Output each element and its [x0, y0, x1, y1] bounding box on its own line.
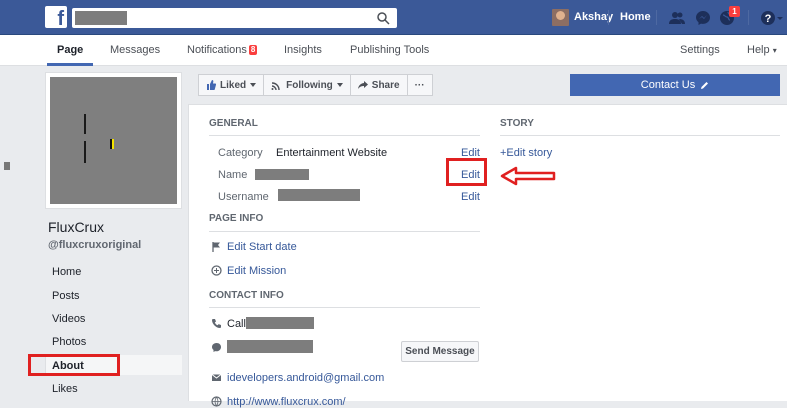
redacted-name-value: [255, 169, 309, 180]
call-label[interactable]: Call: [227, 318, 246, 330]
redacted-messenger-username: [227, 340, 313, 353]
settings-link[interactable]: Settings: [680, 44, 720, 56]
mission-icon: [211, 265, 222, 276]
home-link[interactable]: Home: [620, 11, 651, 23]
active-tab-indicator: [47, 63, 93, 66]
rss-follow-icon: [271, 82, 280, 90]
liked-label: Liked: [220, 79, 247, 91]
profile-picture-mark: [84, 141, 86, 163]
divider: [608, 10, 609, 25]
profile-picture-mark: [110, 139, 114, 149]
facebook-logo[interactable]: f: [45, 6, 67, 30]
website-link[interactable]: http://www.fluxcrux.com/: [227, 396, 346, 408]
profile-picture-image: [50, 77, 177, 204]
general-heading: GENERAL: [209, 118, 258, 129]
scroll-marker: [4, 162, 10, 170]
notification-count-badge: 1: [729, 6, 740, 17]
facebook-logo-letter: f: [57, 8, 64, 30]
account-menu-chevron-down-icon[interactable]: [775, 9, 785, 27]
thumbs-up-icon: [207, 80, 216, 90]
search-input[interactable]: [72, 8, 397, 28]
help-menu[interactable]: Help ▾: [747, 44, 777, 56]
divider: [748, 10, 749, 25]
redacted-username-value: [278, 189, 360, 201]
tab-messages[interactable]: Messages: [110, 44, 160, 56]
edit-mission-link[interactable]: Edit Mission: [227, 265, 286, 277]
following-button[interactable]: Following: [263, 74, 350, 96]
page-info-heading: PAGE INFO: [209, 213, 264, 224]
share-arrow-icon: [357, 81, 368, 89]
share-button[interactable]: Share: [349, 74, 407, 96]
username-label: Username: [218, 191, 269, 203]
pencil-icon: [701, 81, 709, 89]
tab-notifications[interactable]: Notifications 8: [187, 44, 258, 56]
edit-start-date-link[interactable]: Edit Start date: [227, 241, 297, 253]
annotation-highlight-edit-name: [446, 158, 487, 186]
edit-story-link[interactable]: +Edit story: [500, 147, 552, 159]
tab-notifications-label: Notifications: [187, 44, 247, 56]
sidebar-item-posts[interactable]: Posts: [52, 290, 80, 302]
liked-button[interactable]: Liked: [198, 74, 264, 96]
divider: [209, 135, 480, 136]
edit-username-link[interactable]: Edit: [461, 191, 480, 203]
divider: [656, 10, 657, 25]
tab-page[interactable]: Page: [57, 44, 83, 56]
top-navigation-bar: f Akshay Home 1 ?: [0, 0, 787, 35]
divider: [500, 135, 780, 136]
page-navigation: Page Messages Notifications 8 Insights Pu…: [0, 35, 787, 66]
page-title: FluxCrux: [48, 219, 105, 235]
notifications-badge: 8: [248, 45, 258, 55]
share-label: Share: [371, 79, 400, 91]
category-label: Category: [218, 147, 263, 159]
divider: [209, 231, 480, 232]
page-username-handle[interactable]: @fluxcruxoriginal: [48, 239, 141, 251]
divider: [209, 307, 480, 308]
email-link[interactable]: idevelopers.android@gmail.com: [227, 372, 384, 384]
chevron-down-icon: [336, 83, 343, 87]
phone-icon: [212, 319, 221, 328]
annotation-highlight-about: [28, 354, 120, 376]
annotation-arrow-icon: [500, 166, 556, 186]
redacted-phone-number: [246, 317, 314, 329]
category-value: Entertainment Website: [276, 147, 388, 159]
contact-info-heading: CONTACT INFO: [209, 290, 284, 301]
profile-picture[interactable]: [45, 72, 182, 209]
friend-requests-icon[interactable]: [668, 9, 686, 27]
sidebar-item-photos[interactable]: Photos: [52, 336, 86, 348]
contact-us-label: Contact Us: [640, 79, 696, 91]
tab-insights[interactable]: Insights: [284, 44, 322, 56]
send-message-button[interactable]: Send Message: [401, 341, 479, 362]
chevron-down-icon: [250, 83, 257, 87]
more-options-label: ···: [414, 79, 425, 91]
user-avatar[interactable]: [552, 9, 569, 26]
tab-publishing-tools[interactable]: Publishing Tools: [350, 44, 429, 56]
sidebar-item-likes[interactable]: Likes: [52, 383, 78, 395]
globe-icon: [211, 396, 222, 407]
more-options-button[interactable]: ···: [406, 74, 433, 96]
messenger-icon: [212, 343, 221, 352]
contact-us-button[interactable]: Contact Us: [570, 74, 780, 96]
email-icon: [211, 374, 222, 381]
sidebar-item-videos[interactable]: Videos: [52, 313, 85, 325]
profile-picture-mark: [84, 114, 86, 134]
following-label: Following: [286, 79, 333, 91]
redacted-search-text: [75, 11, 127, 25]
search-icon[interactable]: [376, 11, 390, 25]
name-label: Name: [218, 169, 248, 181]
messenger-icon[interactable]: [694, 9, 712, 27]
help-label: Help: [747, 44, 770, 56]
help-caret-icon: ▾: [772, 46, 777, 55]
story-heading: STORY: [500, 118, 534, 129]
flag-icon: [212, 242, 220, 252]
page-action-buttons: Liked Following Share ···: [198, 74, 433, 96]
svg-text:?: ?: [765, 13, 772, 25]
sidebar-item-home[interactable]: Home: [52, 266, 81, 278]
